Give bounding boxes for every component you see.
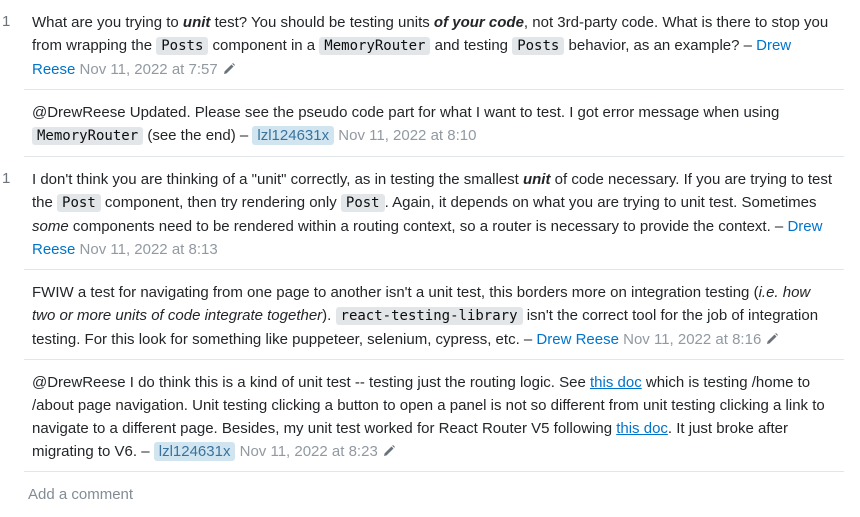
comment-text: . Again, it depends on what you are tryi…	[384, 194, 817, 211]
comment-body: What are you trying to unit test? You sh…	[32, 0, 844, 89]
comment-text: FWIW a test for navigating from one page…	[32, 284, 759, 301]
comment-date[interactable]: Nov 11, 2022 at 8:16	[623, 331, 761, 348]
comment-text: components need to be rendered within a …	[68, 218, 788, 235]
inline-code: Posts	[156, 37, 209, 55]
comment-text: and testing	[430, 37, 513, 54]
comment-date[interactable]: Nov 11, 2022 at 8:13	[80, 241, 218, 258]
comment-emphasis: of your code	[433, 14, 524, 31]
comment-score: 1	[2, 13, 11, 30]
comment: FWIW a test for navigating from one page…	[24, 270, 844, 360]
comment-text: component, then try rendering only	[100, 194, 341, 211]
pencil-icon[interactable]	[765, 330, 779, 344]
comment: 1 What are you trying to unit test? You …	[2, 0, 844, 90]
comment-date[interactable]: Nov 11, 2022 at 8:10	[338, 127, 476, 144]
comment-text: (see the end) –	[143, 127, 253, 144]
comment-text: ).	[322, 307, 336, 324]
doc-link[interactable]: this doc	[590, 374, 642, 391]
comment-text: component in a	[208, 37, 320, 54]
inline-code: Post	[340, 194, 385, 212]
inline-code: Posts	[512, 37, 565, 55]
comment-user-link[interactable]: lzl124631x	[252, 126, 335, 145]
pencil-icon[interactable]	[222, 60, 236, 74]
comment-body: @DrewReese I do think this is a kind of …	[32, 360, 844, 471]
comment-score: 1	[2, 170, 11, 187]
comment-emphasis: unit	[182, 14, 211, 31]
comment-text: @DrewReese Updated. Please see the pseud…	[32, 104, 780, 121]
comment: 1 I don't think you are thinking of a "u…	[2, 157, 844, 270]
inline-code: MemoryRouter	[319, 37, 431, 55]
comment: @DrewReese Updated. Please see the pseud…	[24, 90, 844, 157]
comment-score	[0, 90, 32, 156]
comment-body: I don't think you are thinking of a "uni…	[32, 157, 844, 269]
pencil-icon[interactable]	[382, 442, 396, 456]
comment-user-link[interactable]: lzl124631x	[153, 442, 236, 461]
comment-body: @DrewReese Updated. Please see the pseud…	[32, 90, 844, 156]
comment-user-link[interactable]: Drew Reese	[536, 331, 619, 348]
comment-date[interactable]: Nov 11, 2022 at 7:57	[80, 61, 218, 78]
comment-text: @DrewReese I do think this is a kind of …	[32, 374, 590, 391]
comments-list: 1 What are you trying to unit test? You …	[0, 0, 844, 503]
inline-code: react-testing-library	[335, 307, 523, 325]
comment-date[interactable]: Nov 11, 2022 at 8:23	[240, 443, 378, 460]
comment-body: FWIW a test for navigating from one page…	[32, 270, 844, 359]
doc-link[interactable]: this doc	[616, 420, 668, 437]
comment-text: What are you trying to	[32, 14, 183, 31]
comment-text: test? You should be testing units	[210, 14, 434, 31]
comment-italic: some	[32, 218, 69, 235]
comment-text: I don't think you are thinking of a "uni…	[32, 171, 523, 188]
comment-score	[0, 270, 32, 359]
comment-emphasis: unit	[522, 171, 551, 188]
comment: @DrewReese I do think this is a kind of …	[24, 360, 844, 472]
inline-code: Post	[57, 194, 101, 212]
add-comment-link[interactable]: Add a comment	[0, 472, 844, 503]
inline-code: MemoryRouter	[32, 127, 144, 145]
comment-text: behavior, as an example? –	[564, 37, 757, 54]
comment-score	[0, 360, 32, 471]
